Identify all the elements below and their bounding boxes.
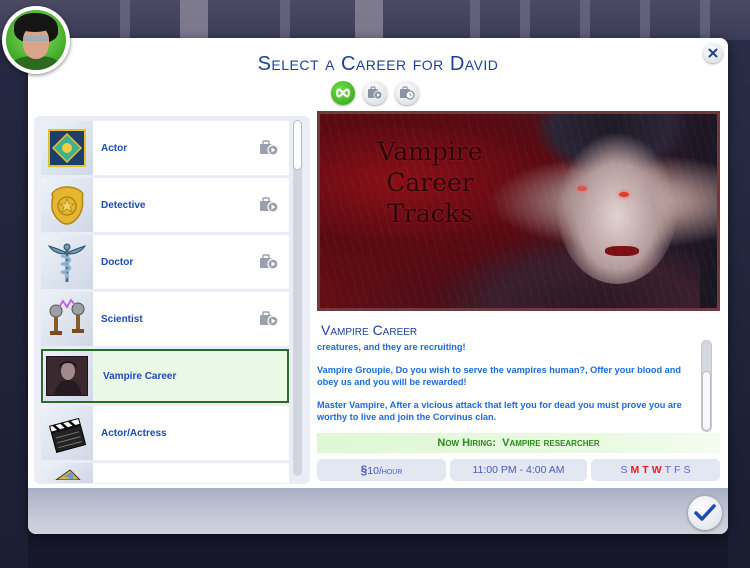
- career-item-doctor[interactable]: Doctor: [41, 235, 289, 289]
- career-label: Actor/Actress: [101, 427, 167, 439]
- day-saturday: S: [683, 464, 691, 476]
- career-label: Doctor: [101, 256, 134, 268]
- avatar-glasses: [24, 36, 48, 41]
- career-description: creatures, and they are recruiting! Vamp…: [317, 341, 687, 431]
- background-left: [0, 40, 28, 568]
- banner-text: Vampire Career Tracks: [360, 136, 500, 229]
- detective-badge-icon: [41, 178, 93, 232]
- tesla-coil-icon: [41, 292, 93, 346]
- dialog-footer: [28, 488, 728, 534]
- filter-active-careers-button[interactable]: [363, 81, 387, 105]
- sim-portrait: [6, 10, 66, 70]
- caduceus-icon: [41, 235, 93, 289]
- actor-badge-icon: [41, 121, 93, 175]
- day-wednesday: W: [651, 464, 662, 476]
- briefcase-clock-icon: [400, 86, 415, 100]
- close-icon: [708, 48, 718, 58]
- description-paragraph: Vampire Groupie, Do you wish to serve th…: [317, 365, 681, 387]
- clapperboard-icon: [41, 406, 93, 460]
- dialog-title: Select a Career for David: [257, 53, 499, 75]
- career-selection-dialog: Select a Career for David Actor Detectiv…: [28, 38, 728, 534]
- work-hours: 11:00 PM - 4:00 AM: [450, 459, 587, 481]
- background-post: [120, 0, 130, 40]
- career-info-row: §10/hour 11:00 PM - 4:00 AM SMTWTFS: [317, 459, 720, 481]
- pay-unit: /hour: [378, 466, 403, 477]
- partial-item-icon: [41, 463, 93, 483]
- briefcase-play-icon: [368, 86, 383, 100]
- background-porch: [0, 0, 750, 40]
- avatar-fringe: [18, 20, 52, 32]
- career-filter-group: [331, 81, 419, 105]
- filter-part-time-button[interactable]: [395, 81, 419, 105]
- now-hiring-position: Vampire researcher: [502, 437, 600, 449]
- day-friday: F: [674, 464, 681, 476]
- day-thursday: T: [664, 464, 672, 476]
- description-scrollbar[interactable]: [701, 340, 712, 432]
- background-post: [470, 0, 480, 40]
- career-list-scrollbar[interactable]: [293, 120, 302, 476]
- filter-all-button[interactable]: [331, 81, 355, 105]
- day-tuesday: T: [642, 464, 649, 476]
- career-list-panel: Actor Detective Doctor Scientist Vampire…: [34, 116, 310, 484]
- career-item-detective[interactable]: Detective: [41, 178, 289, 232]
- confirm-button[interactable]: [688, 496, 722, 530]
- career-label: Detective: [101, 199, 146, 211]
- career-list-scrollbar-thumb[interactable]: [293, 120, 302, 170]
- background-post: [520, 0, 530, 40]
- infinity-icon: [336, 88, 350, 98]
- work-days: SMTWTFS: [591, 459, 720, 481]
- career-label: Scientist: [101, 313, 143, 325]
- career-item-vampire-career[interactable]: Vampire Career: [41, 349, 289, 403]
- vampire-portrait-icon: [41, 349, 93, 403]
- briefcase-play-icon: [260, 254, 279, 270]
- career-detail-title: Vampire Career: [321, 322, 418, 338]
- career-banner-image: Vampire Career Tracks: [317, 111, 720, 311]
- day-monday: M: [630, 464, 640, 476]
- description-paragraph: Master Vampire, After a vicious attack t…: [317, 400, 682, 422]
- career-item-scientist[interactable]: Scientist: [41, 292, 289, 346]
- career-list: Actor Detective Doctor Scientist Vampire…: [41, 121, 289, 484]
- career-label: Actor: [101, 142, 128, 154]
- sim-avatar[interactable]: [2, 6, 70, 74]
- briefcase-play-icon: [260, 311, 279, 327]
- background-post: [700, 0, 710, 40]
- background-post: [640, 0, 650, 40]
- career-label: Vampire Career: [103, 370, 177, 382]
- background-post: [355, 0, 383, 40]
- career-item-actor[interactable]: Actor: [41, 121, 289, 175]
- now-hiring-banner: Now Hiring: Vampire researcher: [317, 433, 720, 453]
- now-hiring-label: Now Hiring:: [437, 437, 496, 449]
- description-paragraph: creatures, and they are recruiting!: [317, 342, 466, 352]
- banner-text-line: Vampire: [377, 137, 483, 166]
- briefcase-play-icon: [260, 140, 279, 156]
- pay-value: 10: [367, 465, 379, 477]
- pay-rate: §10/hour: [317, 459, 446, 481]
- banner-text-line: Tracks: [387, 199, 473, 228]
- career-item-actor-actress[interactable]: Actor/Actress: [41, 406, 289, 460]
- banner-text-line: Career: [386, 168, 474, 197]
- close-button[interactable]: [703, 43, 723, 63]
- description-scrollbar-thumb[interactable]: [702, 371, 711, 431]
- briefcase-play-icon: [260, 197, 279, 213]
- checkmark-icon: [694, 504, 716, 521]
- career-item-partial[interactable]: [41, 463, 289, 483]
- day-sunday: S: [620, 464, 628, 476]
- background-post: [280, 0, 290, 40]
- background-post: [580, 0, 590, 40]
- background-right: [728, 40, 750, 568]
- background-post: [180, 0, 208, 40]
